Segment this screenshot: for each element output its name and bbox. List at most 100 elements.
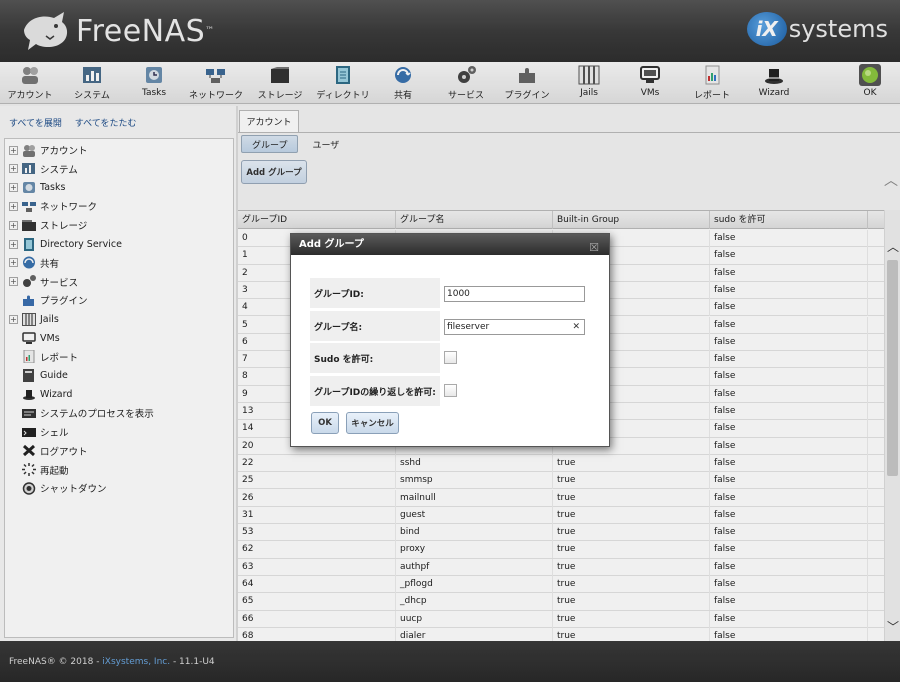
expand-icon[interactable]: +	[9, 314, 18, 324]
expand-icon[interactable]: +	[9, 164, 18, 174]
add-group-dialog: Add グループ ☒ グループID: 1000 グループ名: fileserve…	[290, 233, 610, 447]
toolbar-account-button[interactable]: アカウント	[0, 65, 60, 101]
footer-copyright: FreeNAS® © 2018 -	[9, 657, 103, 667]
tree-item-sharing[interactable]: + 共有	[9, 254, 59, 272]
dialog-title-bar[interactable]: Add グループ ☒	[291, 234, 609, 255]
expand-icon[interactable]: +	[9, 145, 18, 155]
tree-item-directory[interactable]: + Directory Service	[9, 235, 122, 253]
toolbar-jails-button[interactable]: Jails	[559, 65, 619, 98]
cancel-button[interactable]: キャンセル	[346, 412, 399, 434]
table-cell: false	[710, 506, 868, 524]
clear-icon[interactable]: ✕	[572, 320, 580, 334]
expand-all-link[interactable]: すべてを展開	[9, 119, 62, 129]
users-icon	[19, 65, 41, 85]
table-cell: false	[710, 541, 868, 559]
toolbar-plugins-button[interactable]: プラグイン	[497, 65, 557, 101]
table-cell: false	[710, 420, 868, 438]
ixsystems-logo[interactable]: iX systems	[746, 12, 888, 46]
expand-icon[interactable]: +	[9, 220, 18, 230]
tree-item-wizard[interactable]: Wizard	[9, 385, 72, 403]
tree-item-plugins[interactable]: プラグイン	[9, 291, 88, 309]
table-cell: proxy	[396, 541, 553, 559]
column-header-sudo[interactable]: sudo を許可	[710, 211, 868, 229]
toolbar-directory-button[interactable]: ディレクトリ	[313, 65, 373, 101]
tree-item-system[interactable]: + システム	[9, 160, 78, 178]
chevron-up-icon[interactable]: ︿	[884, 170, 898, 190]
tree-item-process[interactable]: システムのプロセスを表示	[9, 404, 154, 422]
tree-item-users[interactable]: + アカウント	[9, 141, 88, 159]
collapse-all-link[interactable]: すべてをたたむ	[75, 119, 137, 129]
subtab-groups[interactable]: グループ	[241, 135, 299, 153]
table-row[interactable]: 62 proxy true false	[238, 541, 884, 559]
table-cell: true	[553, 524, 710, 542]
column-header-group-name[interactable]: グループ名	[396, 211, 553, 229]
chevron-down-icon[interactable]: ﹀	[887, 618, 899, 635]
toolbar-network-button[interactable]: ネットワーク	[186, 65, 246, 101]
tab-account[interactable]: アカウント	[239, 110, 299, 132]
tree-item-logout[interactable]: ログアウト	[9, 442, 88, 460]
toolbar-status-ok-button[interactable]: OK	[840, 64, 900, 98]
column-header-group-id[interactable]: グループID	[238, 211, 396, 229]
toolbar-storage-button[interactable]: ストレージ	[250, 65, 310, 101]
toolbar-services-button[interactable]: サービス	[436, 65, 496, 101]
group-id-input[interactable]: 1000	[444, 286, 585, 302]
toolbar-reports-button[interactable]: レポート	[682, 65, 742, 101]
subtab-users[interactable]: ユーザ	[302, 135, 349, 153]
tree-item-label: シャットダウン	[40, 484, 107, 496]
scrollbar-thumb[interactable]	[887, 260, 898, 476]
tree-item-reports[interactable]: レポート	[9, 348, 78, 366]
table-row[interactable]: 22 sshd true false	[238, 454, 884, 473]
table-row[interactable]: 63 authpf true false	[238, 558, 884, 576]
tree-item-reboot[interactable]: 再起動	[9, 461, 69, 479]
toolbar-vms-button[interactable]: VMs	[620, 65, 680, 98]
tree-item-storage[interactable]: + ストレージ	[9, 216, 87, 234]
tree-item-tasks[interactable]: + Tasks	[9, 179, 65, 197]
group-name-input[interactable]: fileserver ✕	[444, 319, 585, 335]
tree-item-vms[interactable]: VMs	[9, 329, 60, 347]
expand-icon[interactable]: +	[9, 183, 18, 193]
toolbar-wizard-button[interactable]: Wizard	[744, 65, 804, 98]
expand-icon[interactable]: +	[9, 277, 18, 287]
table-row[interactable]: 65 _dhcp true false	[238, 593, 884, 611]
tree-item-shell[interactable]: シェル	[9, 423, 69, 441]
tree-item-label: ストレージ	[40, 221, 88, 233]
ok-button[interactable]: OK	[311, 412, 339, 434]
column-header-builtin[interactable]: Built-in Group	[553, 211, 710, 229]
allow-duplicate-gid-checkbox[interactable]	[444, 384, 457, 397]
table-row[interactable]: 68 dialer true false	[238, 627, 884, 641]
table-header: グループID グループ名 Built-in Group sudo を許可	[238, 211, 884, 229]
expand-icon[interactable]: +	[9, 201, 18, 211]
expand-icon[interactable]: +	[9, 258, 18, 268]
toolbar-system-button[interactable]: システム	[62, 65, 122, 101]
toolbar-sharing-button[interactable]: 共有	[373, 65, 433, 101]
chevron-up-icon[interactable]: ︿	[887, 238, 899, 255]
table-cell: 68	[238, 627, 396, 641]
tree-item-shutdown[interactable]: シャットダウン	[9, 479, 107, 497]
toolbar-label: Jails	[580, 88, 598, 98]
logo-text: FreeNAS	[76, 13, 206, 49]
ix-brand-text: systems	[788, 15, 888, 43]
table-row[interactable]: 31 guest true false	[238, 506, 884, 525]
table-row[interactable]: 64 _pflogd true false	[238, 576, 884, 594]
sudo-checkbox[interactable]	[444, 351, 457, 364]
freenas-logo[interactable]: FreeNAS ™	[20, 10, 214, 52]
tree-item-services[interactable]: + サービス	[9, 273, 78, 291]
add-group-button[interactable]: Add グループ	[241, 160, 307, 184]
table-cell: false	[710, 333, 868, 351]
expand-icon[interactable]: +	[9, 239, 18, 249]
tree-item-guide[interactable]: Guide	[9, 367, 68, 385]
footer-company-link[interactable]: iXsystems, Inc.	[102, 657, 170, 667]
tree-item-network[interactable]: + ネットワーク	[9, 197, 97, 215]
logout-icon	[22, 444, 36, 457]
app-header: FreeNAS ™ iX systems	[0, 0, 900, 62]
table-row[interactable]: 53 bind true false	[238, 524, 884, 542]
table-row[interactable]: 66 uucp true false	[238, 610, 884, 628]
toolbar-label: Wizard	[758, 88, 790, 98]
table-row[interactable]: 25 smmsp true false	[238, 472, 884, 490]
table-cell: true	[553, 489, 710, 507]
tree-item-jails[interactable]: + Jails	[9, 310, 59, 328]
table-row[interactable]: 26 mailnull true false	[238, 489, 884, 507]
table-cell: 63	[238, 558, 396, 576]
table-scrollbar[interactable]: ︿ ﹀	[884, 210, 900, 641]
toolbar-tasks-button[interactable]: Tasks	[124, 65, 184, 98]
